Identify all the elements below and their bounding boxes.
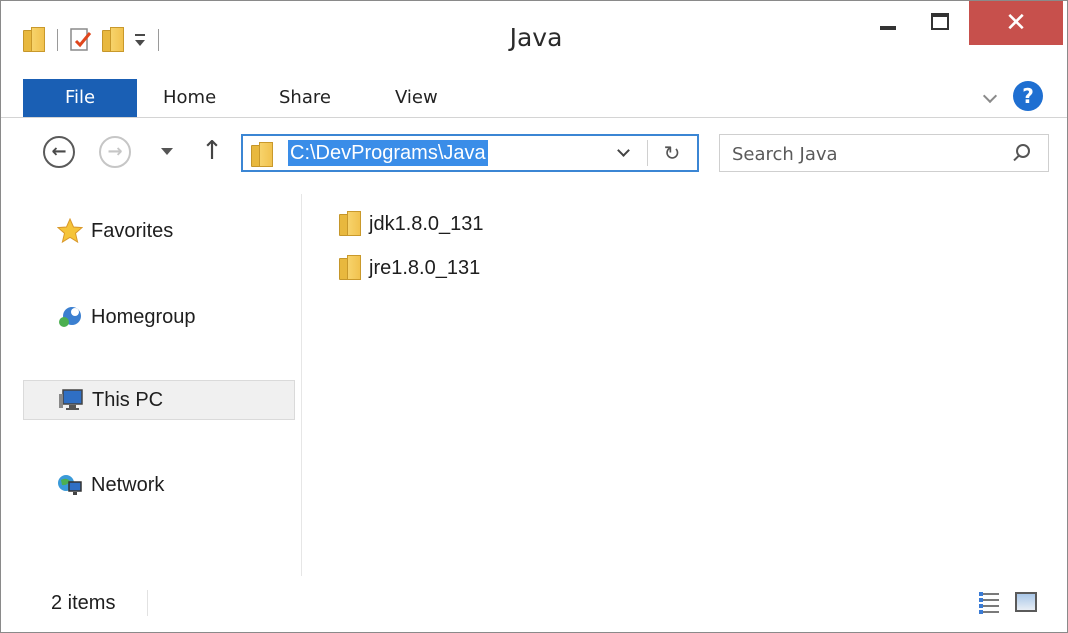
sidebar-item-label: This PC xyxy=(92,388,164,411)
maximize-icon xyxy=(931,13,949,30)
title-bar: Java ✕ xyxy=(1,1,1067,79)
sidebar-item-network[interactable]: Network xyxy=(23,466,295,504)
large-icons-view-icon[interactable] xyxy=(1015,592,1037,612)
file-list: jdk1.8.0_131 jre1.8.0_131 xyxy=(301,194,1067,576)
toolbar-separator xyxy=(57,29,58,51)
up-button[interactable]: ↑ xyxy=(199,134,225,168)
recent-locations-icon[interactable] xyxy=(161,148,173,155)
file-name: jre1.8.0_131 xyxy=(369,256,481,279)
star-icon xyxy=(56,217,84,244)
tab-share[interactable]: Share xyxy=(279,79,331,117)
minimize-icon xyxy=(880,26,896,30)
window-title: Java xyxy=(509,23,563,52)
customize-toolbar-icon[interactable] xyxy=(132,30,148,50)
search-icon[interactable] xyxy=(1012,144,1030,162)
forward-button[interactable]: → xyxy=(99,136,131,168)
homegroup-icon xyxy=(57,304,83,330)
ribbon-tabs: File Home Share View xyxy=(1,79,1067,118)
navigation-pane: Favorites Homegroup This PC Network xyxy=(1,194,302,576)
minimize-button[interactable] xyxy=(865,1,911,41)
sidebar-item-label: Homegroup xyxy=(91,305,196,328)
search-box[interactable] xyxy=(719,134,1049,172)
status-bar: 2 items xyxy=(1,576,1067,632)
back-button[interactable]: ← xyxy=(43,136,75,168)
sidebar-item-favorites[interactable]: Favorites xyxy=(23,212,295,250)
folder-icon xyxy=(251,142,275,168)
tab-home[interactable]: Home xyxy=(163,79,216,117)
network-icon xyxy=(57,472,83,498)
folder-icon xyxy=(339,211,363,237)
address-bar[interactable]: C:\DevPrograms\Java ↻ xyxy=(241,134,699,172)
address-dropdown-icon[interactable] xyxy=(617,146,633,160)
sidebar-item-label: Favorites xyxy=(91,219,174,242)
refresh-icon[interactable]: ↻ xyxy=(657,138,687,168)
sidebar-item-label: Network xyxy=(91,473,165,496)
search-input[interactable] xyxy=(730,139,984,169)
tab-file[interactable]: File xyxy=(23,79,137,117)
close-button[interactable]: ✕ xyxy=(969,1,1063,45)
help-icon[interactable]: ? xyxy=(1013,81,1043,111)
explorer-window: Java ✕ File Home Share View ? ← → ↑ C:\D… xyxy=(0,0,1068,633)
file-name: jdk1.8.0_131 xyxy=(369,212,484,235)
details-view-icon[interactable] xyxy=(979,592,999,614)
maximize-button[interactable] xyxy=(917,1,963,41)
properties-icon[interactable] xyxy=(68,27,94,53)
sidebar-item-this-pc[interactable]: This PC xyxy=(23,380,295,420)
expand-ribbon-chevron-icon[interactable] xyxy=(984,91,998,105)
sidebar-item-homegroup[interactable]: Homegroup xyxy=(23,298,295,336)
address-separator xyxy=(647,140,648,166)
address-path[interactable]: C:\DevPrograms\Java xyxy=(288,140,488,166)
list-item[interactable]: jdk1.8.0_131 xyxy=(339,208,484,240)
tab-view[interactable]: View xyxy=(395,79,438,117)
status-separator xyxy=(147,590,148,616)
folder-icon[interactable] xyxy=(23,27,47,53)
list-item[interactable]: jre1.8.0_131 xyxy=(339,252,480,284)
quick-access-toolbar xyxy=(23,25,169,55)
navigation-bar: ← → ↑ C:\DevPrograms\Java ↻ xyxy=(1,118,1067,194)
new-folder-icon[interactable] xyxy=(102,27,126,53)
computer-icon xyxy=(58,387,84,413)
item-count: 2 items xyxy=(51,592,116,614)
folder-icon xyxy=(339,255,363,281)
toolbar-separator xyxy=(158,29,159,51)
close-icon: ✕ xyxy=(1005,8,1027,38)
